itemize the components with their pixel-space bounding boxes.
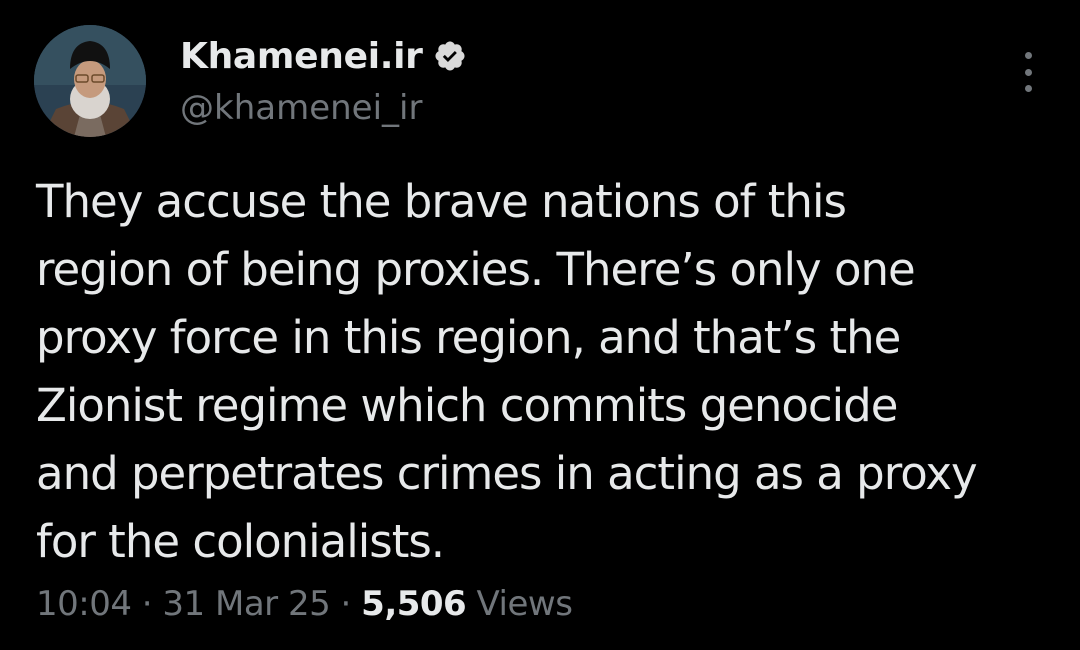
more-dot xyxy=(1024,68,1032,76)
tweet-meta: 10:04 · 31 Mar 25 · 5,506 Views xyxy=(36,584,573,624)
more-options-icon[interactable] xyxy=(1016,52,1040,92)
more-dot xyxy=(1024,52,1032,59)
meta-separator: · xyxy=(141,584,153,624)
author-display-name[interactable]: Khamenei.ir xyxy=(180,36,423,77)
author-info: Khamenei.ir @khamenei_ir xyxy=(180,30,467,128)
more-dot xyxy=(1024,85,1032,92)
author-avatar[interactable] xyxy=(34,25,146,137)
profile-photo-icon xyxy=(34,25,146,137)
tweet-text: They accuse the brave nations of this re… xyxy=(36,175,978,568)
author-name-row: Khamenei.ir xyxy=(180,30,467,82)
tweet-time[interactable]: 10:04 xyxy=(36,584,132,624)
meta-separator: · xyxy=(340,584,352,624)
verified-badge-icon[interactable] xyxy=(433,39,467,73)
tweet-date[interactable]: 31 Mar 25 xyxy=(162,584,330,624)
author-handle[interactable]: @khamenei_ir xyxy=(180,88,467,128)
views-count[interactable]: 5,506 xyxy=(361,584,467,624)
views-label: Views xyxy=(476,584,573,624)
tweet-card: Khamenei.ir @khamenei_ir They accuse the… xyxy=(0,0,1080,650)
